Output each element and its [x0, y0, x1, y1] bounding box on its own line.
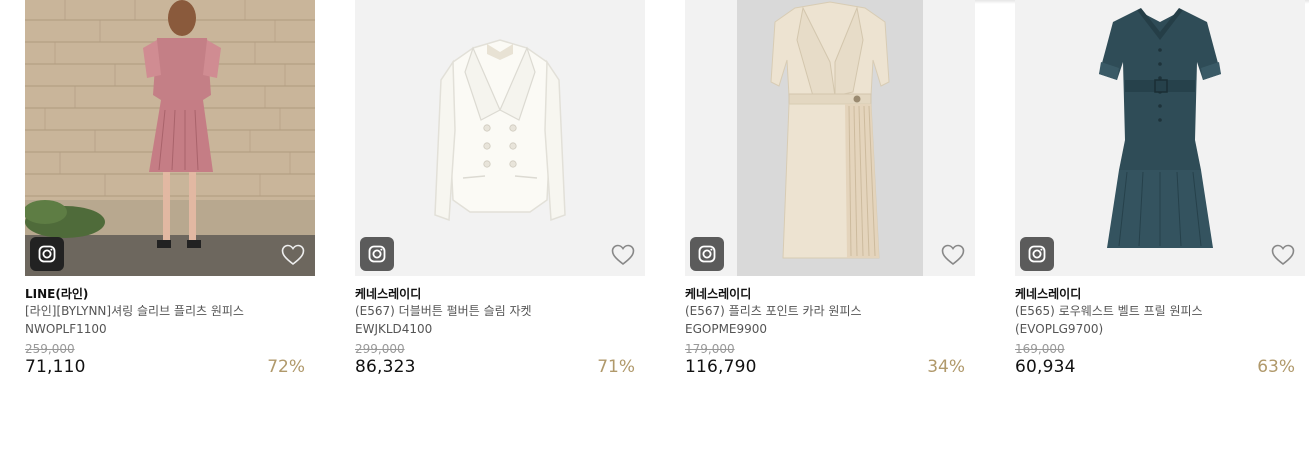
- price-row: 86,323 71%: [355, 356, 645, 380]
- product-card[interactable]: 케네스레이디 (E565) 로우웨스트 벨트 프릴 원피스 (EVOPLG970…: [1015, 0, 1305, 380]
- product-image[interactable]: [685, 0, 975, 276]
- instagram-button[interactable]: [1020, 237, 1054, 271]
- instagram-icon: [368, 245, 386, 263]
- instagram-button[interactable]: [360, 237, 394, 271]
- instagram-button[interactable]: [690, 237, 724, 271]
- instagram-icon: [38, 245, 56, 263]
- ivory-jacket-photo: [355, 0, 645, 276]
- price-row: 116,790 34%: [685, 356, 975, 380]
- product-name[interactable]: (E565) 로우웨스트 벨트 프릴 원피스: [1015, 302, 1305, 320]
- brand-name[interactable]: 케네스레이디: [685, 286, 975, 302]
- heart-icon[interactable]: [1271, 244, 1295, 266]
- product-card[interactable]: 케네스레이디 (E567) 플리츠 포인트 카라 원피스 EGOPME9900 …: [685, 0, 975, 380]
- heart-icon[interactable]: [611, 244, 635, 266]
- instagram-icon: [1028, 245, 1046, 263]
- product-image[interactable]: [25, 0, 315, 276]
- price-row: 60,934 63%: [1015, 356, 1305, 380]
- product-name[interactable]: (E567) 더블버튼 펄버튼 슬림 자켓: [355, 302, 645, 320]
- product-image[interactable]: [355, 0, 645, 276]
- discount-rate: 72%: [267, 357, 305, 377]
- beige-dress-photo: [685, 0, 975, 276]
- product-name[interactable]: [라인][BYLYNN]셔링 슬리브 플리츠 원피스: [25, 302, 315, 320]
- sale-price: 60,934: [1015, 357, 1076, 377]
- product-grid: LINE(라인) [라인][BYLYNN]셔링 슬리브 플리츠 원피스 NWOP…: [25, 0, 1305, 380]
- sale-price: 116,790: [685, 357, 757, 377]
- discount-rate: 71%: [597, 357, 635, 377]
- original-price: 259,000: [25, 342, 75, 356]
- product-image[interactable]: [1015, 0, 1305, 276]
- discount-rate: 63%: [1257, 357, 1295, 377]
- discount-rate: 34%: [927, 357, 965, 377]
- sale-price: 71,110: [25, 357, 86, 377]
- price-row: 71,110 72%: [25, 356, 315, 380]
- product-code: EWJKLD4100: [355, 322, 433, 336]
- heart-icon[interactable]: [281, 244, 305, 266]
- product-card[interactable]: LINE(라인) [라인][BYLYNN]셔링 슬리브 플리츠 원피스 NWOP…: [25, 0, 315, 380]
- instagram-icon: [698, 245, 716, 263]
- original-price: 299,000: [355, 342, 405, 356]
- original-price: 179,000: [685, 342, 735, 356]
- brand-name[interactable]: LINE(라인): [25, 286, 315, 302]
- product-name[interactable]: (E567) 플리츠 포인트 카라 원피스: [685, 302, 975, 320]
- product-code: EGOPME9900: [685, 322, 768, 336]
- original-price: 169,000: [1015, 342, 1065, 356]
- sale-price: 86,323: [355, 357, 416, 377]
- heart-icon[interactable]: [941, 244, 965, 266]
- instagram-button[interactable]: [30, 237, 64, 271]
- product-card[interactable]: 케네스레이디 (E567) 더블버튼 펄버튼 슬림 자켓 EWJKLD4100 …: [355, 0, 645, 380]
- brand-name[interactable]: 케네스레이디: [355, 286, 645, 302]
- product-code: (EVOPLG9700): [1015, 322, 1104, 336]
- product-code: NWOPLF1100: [25, 322, 107, 336]
- pink-dress-photo: [25, 0, 315, 276]
- brand-name[interactable]: 케네스레이디: [1015, 286, 1305, 302]
- teal-dress-photo: [1015, 0, 1305, 276]
